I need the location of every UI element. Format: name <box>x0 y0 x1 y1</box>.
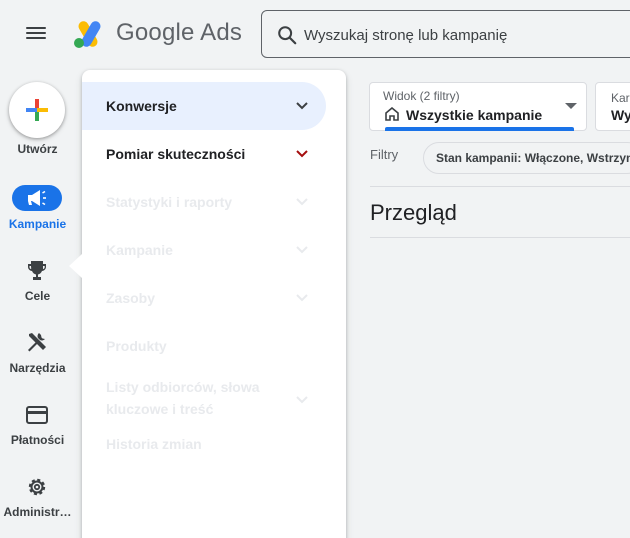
plus-icon <box>26 99 48 121</box>
hamburger-menu-icon[interactable] <box>25 24 47 44</box>
filters-label: Filtry <box>370 147 399 162</box>
view-selector[interactable]: Widok (2 filtry) Wszystkie kampanie <box>369 82 587 131</box>
filter-chip-text: Stan kampanii: Włączone, Wstrzymane <box>436 151 630 165</box>
menu-item-label: Pomiar skuteczności <box>106 146 246 162</box>
top-bar: Google Ads <box>0 0 630 68</box>
menu-item-label: Konwersje <box>106 98 177 114</box>
rail-label-goals[interactable]: Cele <box>0 289 75 303</box>
app-title: Google Ads <box>116 19 243 46</box>
rail-label-tools[interactable]: Narzędzia <box>0 361 75 375</box>
megaphone-icon <box>28 190 46 206</box>
menu-item-campaigns[interactable]: Kampanie <box>82 226 326 274</box>
menu-item-label: Zasoby <box>106 290 156 306</box>
trophy-icon[interactable] <box>25 258 49 282</box>
chevron-down-icon <box>296 246 308 254</box>
menu-item-products[interactable]: Produkty <box>82 322 326 370</box>
google-ads-logo-icon <box>74 21 101 48</box>
view-value: Wszystkie kampanie <box>406 107 543 123</box>
chevron-down-icon <box>296 102 308 110</box>
credit-card-icon[interactable] <box>25 403 49 427</box>
view-caption: Widok (2 filtry) <box>383 89 460 103</box>
chevron-down-icon <box>296 294 308 302</box>
gear-icon[interactable] <box>25 475 49 499</box>
menu-item-label: Listy odbiorców, słowa kluczowe i treść <box>106 379 260 417</box>
chevron-down-icon <box>296 396 308 404</box>
rail-label-create[interactable]: Utwórz <box>0 142 75 156</box>
page-title: Przegląd <box>370 200 457 225</box>
menu-item-assets[interactable]: Zasoby <box>82 274 326 322</box>
rail-label-admin[interactable]: Administr… <box>0 505 75 519</box>
second-view-selector[interactable]: Kar Wy <box>595 82 630 131</box>
menu-item-change-history[interactable]: Historia zmian <box>82 430 326 474</box>
second-view-caption: Kar <box>611 91 630 105</box>
menu-item-label: Produkty <box>106 338 167 354</box>
chevron-down-icon <box>296 198 308 206</box>
left-nav-rail: Utwórz Kampanie Cele Narzędzia Płatności… <box>0 68 75 538</box>
chevron-down-icon <box>296 150 308 158</box>
tools-icon[interactable] <box>25 330 49 354</box>
divider <box>370 237 630 238</box>
search-icon <box>278 26 297 45</box>
menu-item-audiences-keywords-content[interactable]: Listy odbiorców, słowa kluczowe i treść <box>82 370 326 430</box>
second-view-value: Wy <box>611 107 630 123</box>
search-box[interactable] <box>261 10 630 58</box>
menu-item-conversions[interactable]: Konwersje <box>82 82 326 130</box>
rail-label-campaigns[interactable]: Kampanie <box>0 217 75 231</box>
home-icon <box>385 107 399 121</box>
menu-item-label: Kampanie <box>106 242 173 258</box>
menu-item-label: Historia zmian <box>106 436 202 452</box>
rail-label-billing[interactable]: Płatności <box>0 433 75 447</box>
campaign-status-filter-chip[interactable]: Stan kampanii: Włączone, Wstrzymane <box>423 142 630 174</box>
create-button[interactable] <box>9 82 65 138</box>
panel-pointer <box>69 254 82 278</box>
divider <box>370 186 630 187</box>
menu-item-insights-reports[interactable]: Statystyki i raporty <box>82 178 326 226</box>
view-active-underline <box>385 127 574 131</box>
dropdown-arrow-icon <box>565 103 577 109</box>
campaigns-flyout-panel: Konwersje Pomiar skuteczności Statystyki… <box>69 70 346 538</box>
menu-item-performance-measurement[interactable]: Pomiar skuteczności <box>82 130 326 178</box>
campaigns-nav-button[interactable] <box>12 185 62 211</box>
search-input[interactable] <box>304 23 624 47</box>
menu-item-label: Statystyki i raporty <box>106 194 233 210</box>
